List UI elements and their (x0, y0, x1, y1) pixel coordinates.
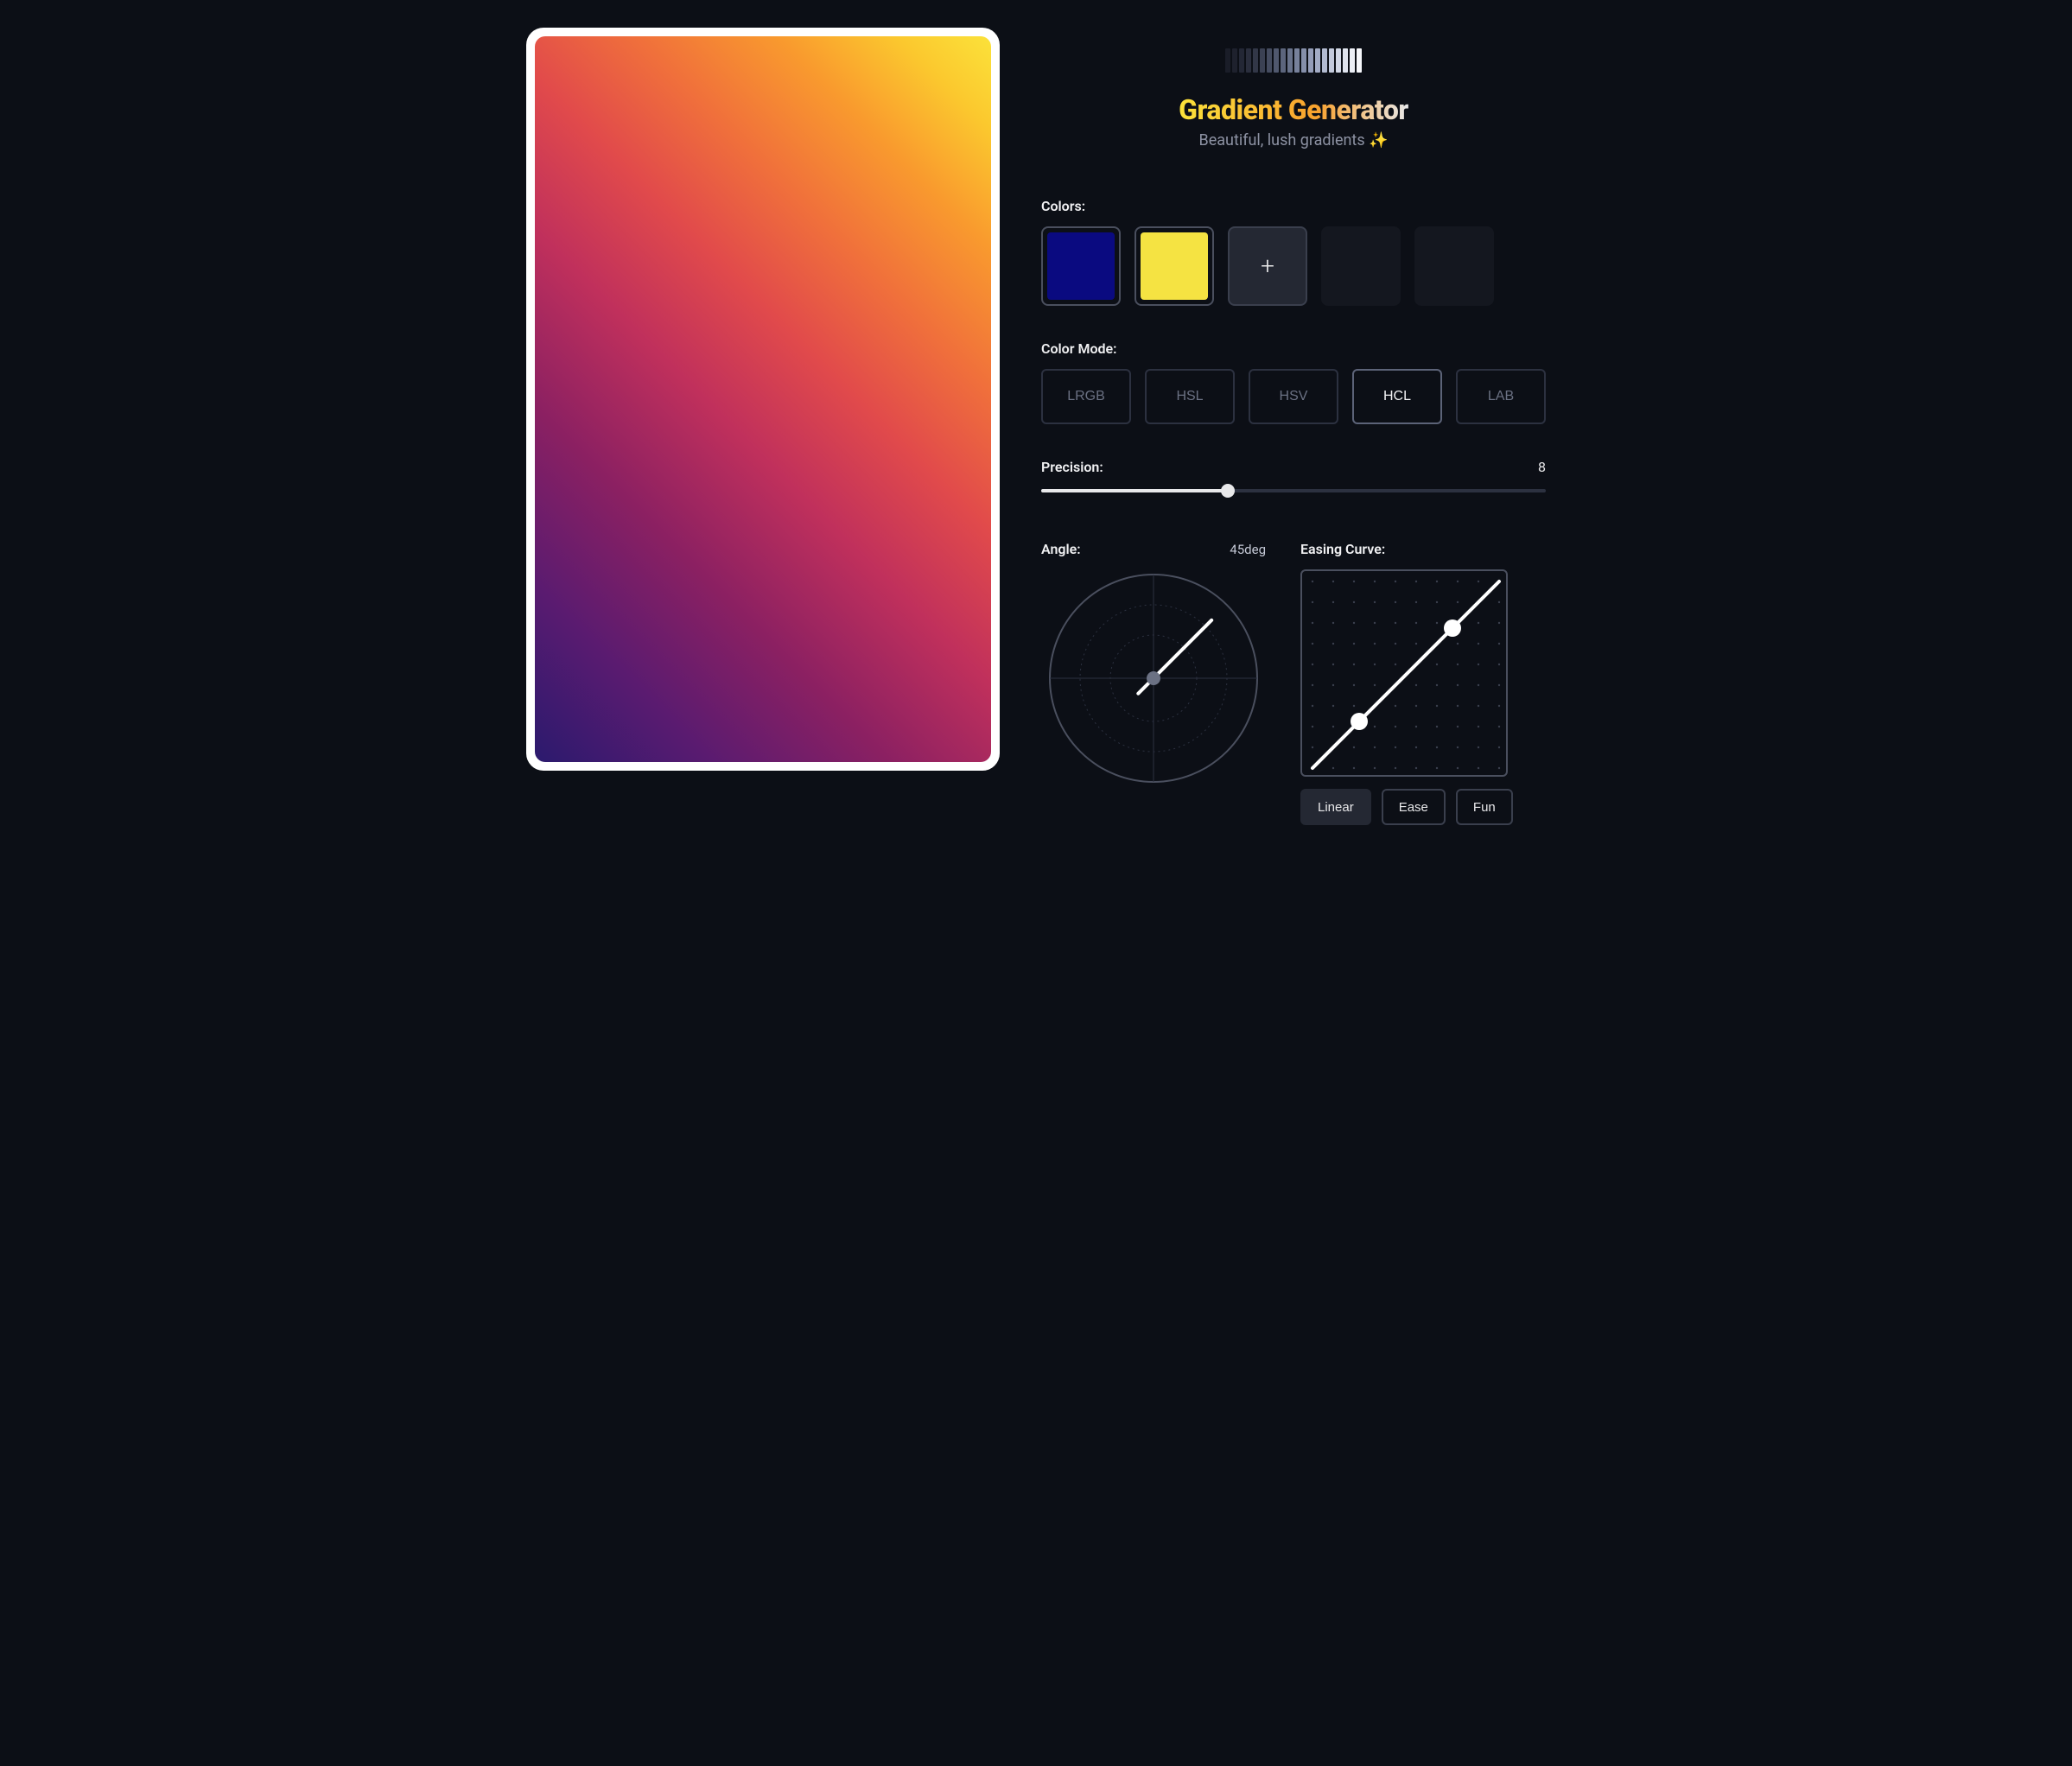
app-subtitle: Beautiful, lush gradients ✨ (1199, 131, 1389, 149)
logo-bar (1287, 48, 1293, 73)
precision-slider[interactable] (1041, 489, 1546, 492)
gradient-preview (535, 36, 991, 762)
logo-bar (1239, 48, 1244, 73)
angle-value: 45deg (1230, 542, 1266, 557)
color-slot-empty (1414, 226, 1494, 306)
logo-bar (1315, 48, 1320, 73)
precision-slider-fill (1041, 489, 1228, 492)
plus-icon: + (1261, 254, 1274, 278)
colors-label: Colors: (1041, 198, 1546, 214)
logo-bar (1253, 48, 1258, 73)
color-swatch-0[interactable] (1041, 226, 1121, 306)
logo-bar (1343, 48, 1348, 73)
colors-row: + (1041, 226, 1546, 306)
logo-bar (1336, 48, 1341, 73)
easing-preset-fun[interactable]: Fun (1456, 789, 1513, 825)
logo-bar (1301, 48, 1306, 73)
color-swatch-1[interactable] (1135, 226, 1214, 306)
color-mode-hsv[interactable]: HSV (1249, 369, 1338, 424)
color-swatch-fill (1047, 232, 1115, 300)
angle-column: Angle: 45deg (1041, 541, 1266, 825)
gradient-preview-frame (526, 28, 1000, 771)
easing-curve-editor[interactable] (1300, 569, 1508, 777)
color-mode-lab[interactable]: LAB (1456, 369, 1546, 424)
color-slot-empty (1321, 226, 1401, 306)
add-color-button[interactable]: + (1228, 226, 1307, 306)
controls-panel: Gradient Generator Beautiful, lush gradi… (1041, 28, 1546, 825)
angle-label: Angle: (1041, 541, 1081, 557)
easing-control-point-1[interactable] (1351, 713, 1368, 730)
precision-slider-thumb[interactable] (1221, 484, 1235, 498)
logo-bar (1267, 48, 1272, 73)
logo-bar (1350, 48, 1355, 73)
color-mode-row: LRGB HSL HSV HCL LAB (1041, 369, 1546, 424)
gradient-generator-app: Gradient Generator Beautiful, lush gradi… (526, 28, 1546, 825)
color-mode-label: Color Mode: (1041, 340, 1546, 357)
logo-strip-icon (1225, 48, 1362, 73)
angle-header: Angle: 45deg (1041, 541, 1266, 557)
logo-bar (1232, 48, 1237, 73)
logo-bar (1322, 48, 1327, 73)
easing-presets-row: Linear Ease Fun (1300, 789, 1546, 825)
logo-bar (1260, 48, 1265, 73)
precision-header: Precision: 8 (1041, 459, 1546, 475)
app-title: Gradient Generator (1179, 93, 1408, 126)
color-mode-hcl[interactable]: HCL (1352, 369, 1442, 424)
easing-control-point-2[interactable] (1444, 619, 1461, 637)
logo-bar (1274, 48, 1279, 73)
logo-bar (1281, 48, 1286, 73)
logo-bar (1357, 48, 1362, 73)
logo-bar (1308, 48, 1313, 73)
angle-dial[interactable] (1041, 566, 1266, 791)
logo-bar (1294, 48, 1300, 73)
easing-preset-ease[interactable]: Ease (1382, 789, 1446, 825)
color-swatch-fill (1141, 232, 1208, 300)
bottom-row: Angle: 45deg Easing Curve: (1041, 541, 1546, 825)
logo-bar (1246, 48, 1251, 73)
logo-bar (1225, 48, 1230, 73)
easing-preset-linear[interactable]: Linear (1300, 789, 1371, 825)
color-mode-lrgb[interactable]: LRGB (1041, 369, 1131, 424)
precision-label: Precision: (1041, 459, 1103, 475)
easing-column: Easing Curve: Linear Ease Fun (1300, 541, 1546, 825)
color-mode-hsl[interactable]: HSL (1145, 369, 1235, 424)
precision-value: 8 (1538, 459, 1546, 475)
logo-bar (1329, 48, 1334, 73)
easing-label: Easing Curve: (1300, 541, 1546, 557)
